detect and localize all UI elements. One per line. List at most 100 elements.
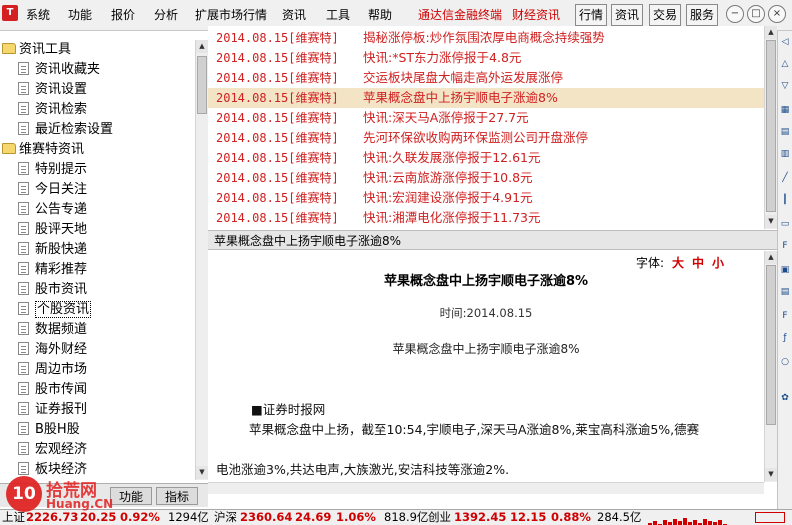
tab-indicator[interactable]: 指标 — [156, 487, 199, 505]
tree-item[interactable]: 股评天地 — [18, 220, 87, 240]
tree-item[interactable]: 资讯收藏夹 — [18, 60, 100, 80]
tree-item[interactable]: 特别提示 — [18, 160, 87, 180]
tree-item[interactable]: 最近检索设置 — [18, 120, 113, 140]
menu-extended-market[interactable]: 扩展市场行情 — [195, 6, 267, 24]
formula-icon[interactable]: ƒ — [778, 331, 792, 345]
tree-item[interactable]: 海外财经 — [18, 340, 87, 360]
connection-status-icon[interactable] — [755, 512, 785, 523]
toolbar-service-button[interactable]: 服务 — [686, 4, 719, 26]
scroll-up-icon[interactable]: ▲ — [765, 251, 777, 264]
toolbar-news-button[interactable]: 资讯 — [611, 4, 644, 26]
app-logo-icon[interactable]: T — [2, 5, 18, 21]
scroll-down-icon[interactable]: ▼ — [765, 215, 777, 228]
scrollbar-thumb[interactable] — [766, 40, 776, 212]
news-row[interactable]: 2014.08.15[维赛特] 快讯:湘潭电化涨停报于11.73元 — [208, 208, 764, 228]
tree-item[interactable]: 资讯设置 — [18, 80, 87, 100]
arrow-up-icon[interactable]: △ — [778, 57, 792, 71]
news-row[interactable]: 2014.08.15[维赛特] 揭秘涨停板:炒作氛围浓厚电商概念持续强势 — [208, 28, 764, 48]
line-chart-icon[interactable]: ╱ — [778, 171, 792, 185]
scrollbar-thumb[interactable] — [197, 56, 207, 114]
news-row[interactable]: 2014.08.15[维赛特] 先河环保欲收购两环保监测公司开盘涨停 — [208, 128, 764, 148]
tree-item[interactable]: 股市传闻 — [18, 380, 87, 400]
circle-icon[interactable]: ○ — [778, 355, 792, 369]
news-list-scrollbar[interactable]: ▲ ▼ — [764, 26, 777, 229]
document-icon — [18, 282, 29, 295]
grid-icon[interactable]: ▥ — [778, 147, 792, 161]
menu-tools[interactable]: 工具 — [326, 6, 350, 24]
scrollbar-thumb[interactable] — [766, 265, 776, 425]
candlestick-icon[interactable]: ┃ — [778, 193, 792, 207]
menu-system[interactable]: 系统 — [26, 6, 50, 24]
font-medium-button[interactable]: 中 — [692, 254, 704, 271]
menu-analysis[interactable]: 分析 — [154, 6, 178, 24]
report-icon[interactable]: ▦ — [778, 103, 792, 117]
tree-item[interactable]: 宏观经济 — [18, 440, 87, 460]
scroll-up-icon[interactable]: ▲ — [765, 26, 777, 39]
close-icon[interactable]: × — [768, 5, 786, 23]
tree-folder-label: 维赛特资讯 — [19, 142, 85, 157]
toolbar-trade-button[interactable]: 交易 — [649, 4, 682, 26]
list-icon[interactable]: ▤ — [778, 285, 792, 299]
tree-item-label: 证券报刊 — [35, 402, 88, 417]
news-date: 2014.08.15[维赛特] — [216, 211, 339, 225]
scroll-up-icon[interactable]: ▲ — [196, 40, 208, 53]
plugin-icon[interactable]: ✿ — [778, 391, 792, 405]
font-large-button[interactable]: 大 — [672, 254, 684, 271]
notes-icon[interactable]: ▣ — [778, 263, 792, 277]
scroll-down-icon[interactable]: ▼ — [196, 466, 208, 479]
window-icon[interactable]: ▭ — [778, 217, 792, 231]
tree-item[interactable]: 新股快递 — [18, 240, 87, 260]
tree-folder-vsat-news[interactable]: 维赛特资讯 — [2, 140, 84, 160]
tree-item-selected[interactable]: 个股资讯 — [18, 300, 92, 320]
tree-item[interactable]: 公告专递 — [18, 200, 87, 220]
menu-quote[interactable]: 报价 — [111, 6, 135, 24]
cy-index-value[interactable]: 1392.45 — [454, 510, 506, 525]
news-row[interactable]: 2014.08.15[维赛特] 快讯:*ST东力涨停报于4.8元 — [208, 48, 764, 68]
news-row[interactable]: 2014.08.15[维赛特] 快讯:深天马A涨停报于27.7元 — [208, 108, 764, 128]
arrow-down-icon[interactable]: ▽ — [778, 79, 792, 93]
news-row[interactable]: 2014.08.15[维赛特] 快讯:久联发展涨停报于12.61元 — [208, 148, 764, 168]
market-breadth-meter — [648, 513, 742, 525]
tree-item[interactable]: 数据频道 — [18, 320, 87, 340]
news-row[interactable]: 2014.08.15[维赛特] 快讯:云南旅游涨停报于10.8元 — [208, 168, 764, 188]
tree-item[interactable]: 今日关注 — [18, 180, 87, 200]
article-horizontal-scrollbar[interactable] — [208, 482, 764, 494]
tree-item[interactable]: 证券报刊 — [18, 400, 87, 420]
toolbar-market-button[interactable]: 行情 — [575, 4, 608, 26]
minimize-icon[interactable]: − — [726, 5, 744, 23]
menu-help[interactable]: 帮助 — [368, 6, 392, 24]
tree-item[interactable]: B股H股 — [18, 420, 80, 440]
document-icon — [18, 362, 29, 375]
arrow-left-icon[interactable]: ◁ — [778, 35, 792, 49]
tree-item[interactable]: 资讯检索 — [18, 100, 87, 120]
f11-icon[interactable]: F — [778, 309, 792, 323]
news-date: 2014.08.15[维赛特] — [216, 191, 339, 205]
menu-function[interactable]: 功能 — [68, 6, 92, 24]
cy-index-label: 创业 — [428, 510, 451, 524]
news-title: 快讯:湘潭电化涨停报于11.73元 — [363, 210, 541, 225]
tree-item[interactable]: 精彩推荐 — [18, 260, 87, 280]
tree-item[interactable]: 股市资讯 — [18, 280, 87, 300]
news-row-selected[interactable]: 2014.08.15[维赛特] 苹果概念盘中上扬宇顺电子涨逾8% — [208, 88, 764, 108]
document-icon — [18, 102, 29, 115]
font-small-button[interactable]: 小 — [712, 254, 724, 271]
tree-item[interactable]: 周边市场 — [18, 360, 87, 380]
table-icon[interactable]: ▤ — [778, 125, 792, 139]
menu-finance-news[interactable]: 财经资讯 — [512, 6, 560, 24]
article-paragraph: 电池涨逾3%,共达电声,大族激光,安洁科技等涨逾2%. — [216, 462, 510, 477]
news-date: 2014.08.15[维赛特] — [216, 51, 339, 65]
hs-index-value[interactable]: 2360.64 — [240, 510, 292, 525]
document-icon — [18, 222, 29, 235]
article-scrollbar[interactable]: ▲ ▼ — [764, 251, 777, 482]
scroll-down-icon[interactable]: ▼ — [765, 468, 777, 481]
tree-scrollbar[interactable]: ▲ ▼ — [195, 40, 208, 480]
article-subtitle: 苹果概念盘中上扬宇顺电子涨逾8% — [392, 342, 580, 356]
document-icon — [18, 402, 29, 415]
maximize-icon[interactable]: □ — [747, 5, 765, 23]
news-row[interactable]: 2014.08.15[维赛特] 交运板块尾盘大幅走高外运发展涨停 — [208, 68, 764, 88]
f10-icon[interactable]: F — [778, 239, 792, 253]
news-row[interactable]: 2014.08.15[维赛特] 快讯:宏润建设涨停报于4.91元 — [208, 188, 764, 208]
tree-folder-news-tools[interactable]: 资讯工具 — [2, 40, 71, 60]
menu-news[interactable]: 资讯 — [282, 6, 306, 24]
article-time: 时间:2014.08.15 — [439, 306, 533, 320]
